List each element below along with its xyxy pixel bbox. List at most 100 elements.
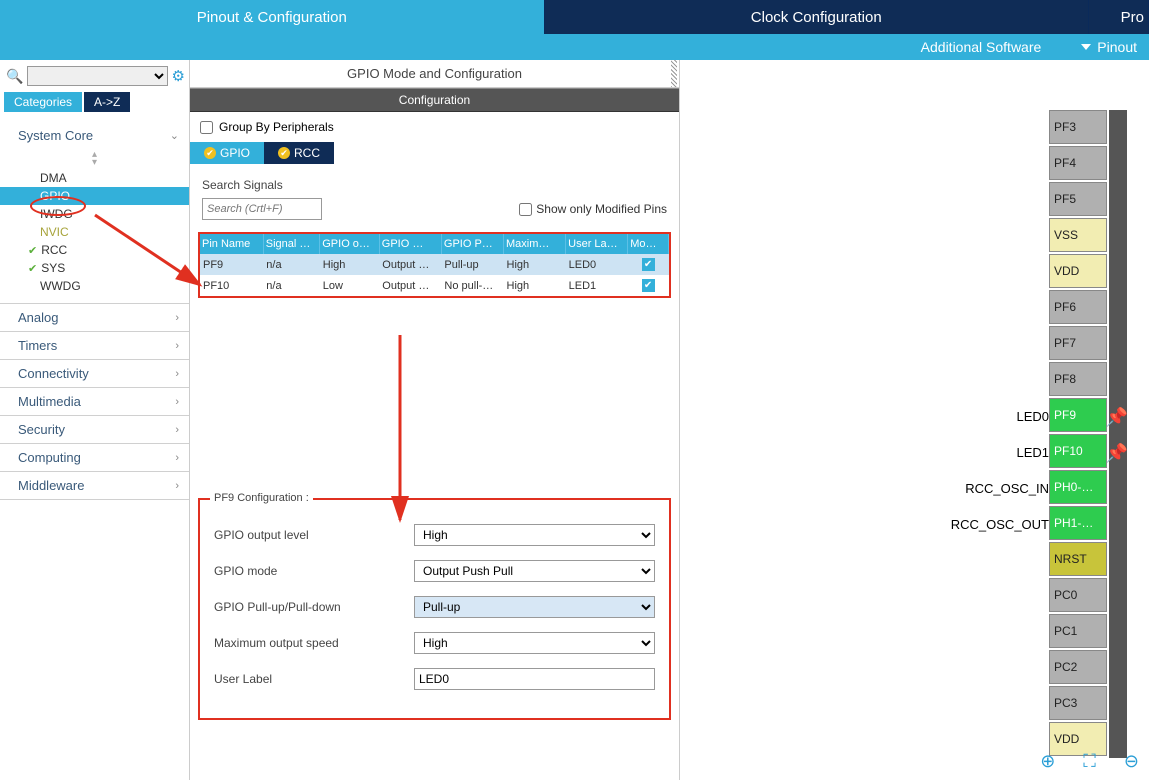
group-multimedia[interactable]: Multimedia› (0, 388, 189, 415)
label-pull: GPIO Pull-up/Pull-down (214, 600, 414, 614)
chip-body (1109, 110, 1127, 758)
col-pinname[interactable]: Pin Name (200, 234, 263, 254)
chevron-right-icon: › (175, 480, 179, 492)
panel-title: GPIO Mode and Configuration (190, 60, 679, 88)
ptab-gpio[interactable]: ✔GPIO (190, 142, 264, 164)
search-signals-input[interactable] (202, 198, 322, 220)
select-output-level[interactable]: High (414, 524, 655, 546)
pin-pc3[interactable]: PC3 (1049, 686, 1107, 720)
label-gpio-mode: GPIO mode (214, 564, 414, 578)
chevron-down-icon: ⌄ (170, 129, 179, 142)
pin-pf9[interactable]: PF9📌 (1049, 398, 1107, 432)
col-modified[interactable]: Mo… (628, 234, 669, 254)
pin-left-label (919, 722, 1049, 758)
pin-pf3[interactable]: PF3 (1049, 110, 1107, 144)
pin-left-label (919, 686, 1049, 722)
tree-item-gpio[interactable]: GPIO (0, 187, 189, 205)
tree-item-wwdg[interactable]: WWDG (0, 277, 189, 295)
label-output-level: GPIO output level (214, 528, 414, 542)
col-signal[interactable]: Signal … (263, 234, 319, 254)
chevron-right-icon: › (175, 312, 179, 324)
fullscreen-icon[interactable]: ⛶ (1083, 751, 1096, 772)
tree-item-dma[interactable]: DMA (0, 169, 189, 187)
resize-handle[interactable] (671, 60, 677, 87)
chevron-down-icon (1081, 44, 1091, 50)
tab-az[interactable]: A->Z (84, 92, 130, 112)
chevron-right-icon: › (175, 452, 179, 464)
pin-left-label: RCC_OSC_OUT (919, 506, 1049, 542)
col-gpiomode[interactable]: GPIO … (379, 234, 441, 254)
tab-pinout[interactable]: Pinout & Configuration (0, 0, 545, 34)
sort-icon[interactable]: ▴▾ (0, 149, 189, 169)
pinout-view[interactable]: LED0LED1RCC_OSC_INRCC_OSC_OUT PF3PF4PF5V… (680, 60, 1149, 780)
sidebar: 🔍 ⚙ Categories A->Z System Core ⌄ ▴▾ DMA… (0, 60, 190, 780)
pin-pf4[interactable]: PF4 (1049, 146, 1107, 180)
tab-clock[interactable]: Clock Configuration (545, 0, 1090, 34)
group-middleware[interactable]: Middleware› (0, 472, 189, 499)
col-gpioout[interactable]: GPIO o… (320, 234, 380, 254)
select-pull[interactable]: Pull-up (414, 596, 655, 618)
pin-vdd[interactable]: VDD (1049, 254, 1107, 288)
pin-vss[interactable]: VSS (1049, 218, 1107, 252)
pin-left-label: LED1 (919, 434, 1049, 470)
pin-left-label (919, 650, 1049, 686)
col-gpiopull[interactable]: GPIO P… (441, 234, 503, 254)
pin-pc1[interactable]: PC1 (1049, 614, 1107, 648)
input-user-label[interactable] (414, 668, 655, 690)
tab-project[interactable]: Pro (1089, 0, 1149, 34)
select-speed[interactable]: High (414, 632, 655, 654)
pin-left-label (919, 326, 1049, 362)
col-userlabel[interactable]: User La… (566, 234, 628, 254)
pin-nrst[interactable]: NRST (1049, 542, 1107, 576)
pin-pf8[interactable]: PF8 (1049, 362, 1107, 396)
group-system-core[interactable]: System Core ⌄ (0, 122, 189, 149)
group-by-checkbox[interactable] (200, 121, 213, 134)
pin-ph1[interactable]: PH1-… (1049, 506, 1107, 540)
group-security[interactable]: Security› (0, 416, 189, 443)
pin-pf10[interactable]: PF10📌 (1049, 434, 1107, 468)
additional-software-link[interactable]: Additional Software (921, 39, 1042, 55)
tab-categories[interactable]: Categories (4, 92, 82, 112)
table-row[interactable]: PF10 n/a Low Output … No pull-… High LED… (200, 275, 669, 296)
search-signals-label: Search Signals (202, 178, 667, 192)
pin-labels-column: LED0LED1RCC_OSC_INRCC_OSC_OUT (919, 110, 1049, 758)
group-computing[interactable]: Computing› (0, 444, 189, 471)
show-modified-checkbox[interactable] (519, 203, 532, 216)
show-modified-label: Show only Modified Pins (536, 202, 667, 216)
tree-item-sys[interactable]: ✔SYS (0, 259, 189, 277)
col-maxspeed[interactable]: Maxim… (504, 234, 566, 254)
status-dot-icon: ✔ (278, 147, 290, 159)
tree-item-iwdg[interactable]: IWDG (0, 205, 189, 223)
zoom-in-icon[interactable]: ⊕ (1040, 751, 1055, 772)
group-timers[interactable]: Timers› (0, 332, 189, 359)
signals-table: Pin Name Signal … GPIO o… GPIO … GPIO P…… (198, 232, 671, 298)
tree-item-nvic[interactable]: NVIC (0, 223, 189, 241)
pin-left-label: RCC_OSC_IN (919, 470, 1049, 506)
pf9-configuration: PF9 Configuration : GPIO output level Hi… (198, 498, 671, 720)
chevron-right-icon: › (175, 368, 179, 380)
pin-pc0[interactable]: PC0 (1049, 578, 1107, 612)
check-icon: ✔ (28, 244, 37, 257)
gear-icon[interactable]: ⚙ (172, 67, 185, 85)
pin-pf7[interactable]: PF7 (1049, 326, 1107, 360)
group-connectivity[interactable]: Connectivity› (0, 360, 189, 387)
tree-item-rcc[interactable]: ✔RCC (0, 241, 189, 259)
pinout-dropdown[interactable]: Pinout (1081, 39, 1137, 55)
group-analog[interactable]: Analog› (0, 304, 189, 331)
pin-pf5[interactable]: PF5 (1049, 182, 1107, 216)
pin-ph0[interactable]: PH0-… (1049, 470, 1107, 504)
select-gpio-mode[interactable]: Output Push Pull (414, 560, 655, 582)
pin-left-label (919, 218, 1049, 254)
zoom-out-icon[interactable]: ⊖ (1124, 751, 1139, 772)
pin-pf6[interactable]: PF6 (1049, 290, 1107, 324)
pin-left-label (919, 182, 1049, 218)
ptab-rcc[interactable]: ✔RCC (264, 142, 334, 164)
pin-left-label (919, 362, 1049, 398)
sidebar-search-select[interactable] (27, 66, 167, 86)
table-row[interactable]: PF9 n/a High Output … Pull-up High LED0 … (200, 254, 669, 275)
label-user-label: User Label (214, 672, 414, 686)
pin-left-label (919, 542, 1049, 578)
check-icon: ✔ (28, 262, 37, 275)
pin-pc2[interactable]: PC2 (1049, 650, 1107, 684)
pin-left-label (919, 578, 1049, 614)
